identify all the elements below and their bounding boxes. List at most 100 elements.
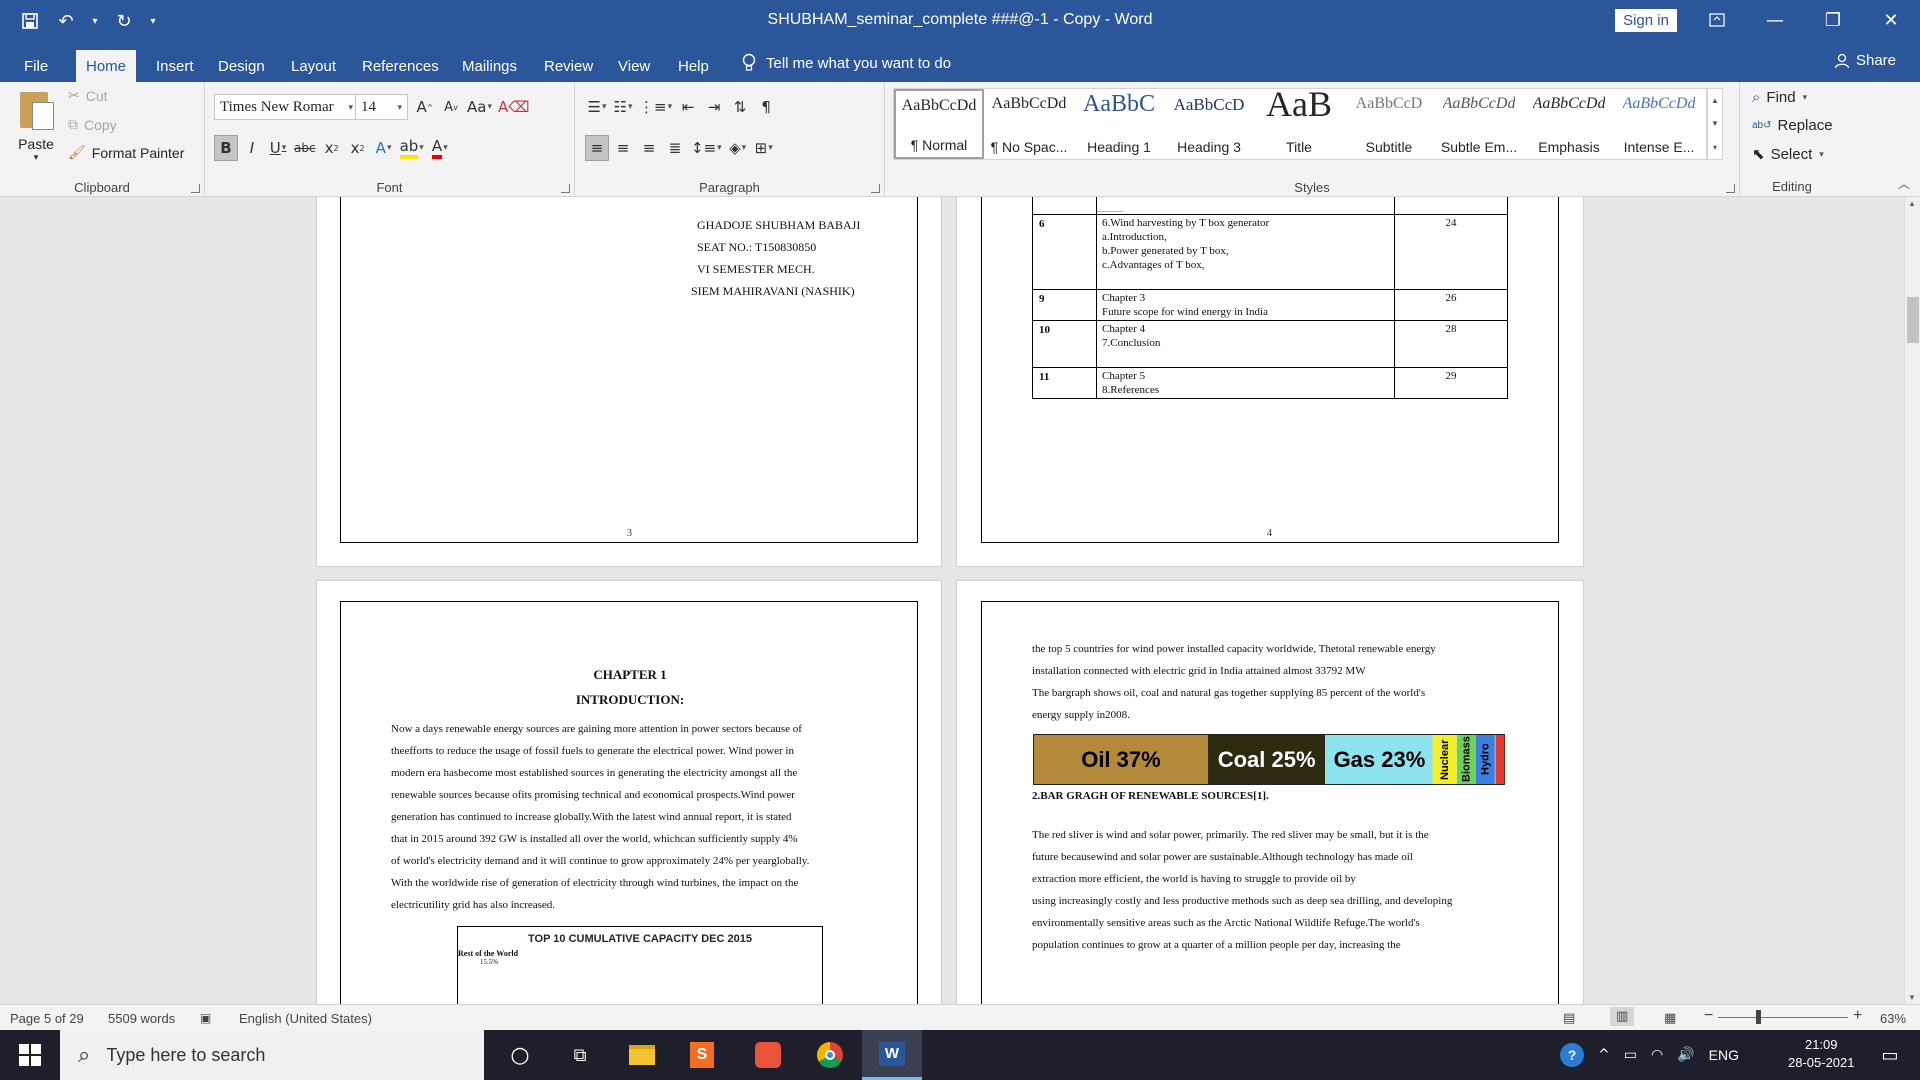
minimize-icon[interactable]: — — [1746, 0, 1804, 40]
align-right-icon[interactable]: ≡ — [637, 135, 661, 161]
windows-start-icon[interactable] — [0, 1030, 60, 1080]
close-icon[interactable]: ✕ — [1862, 0, 1920, 40]
page-count[interactable]: Page 5 of 29 — [10, 1011, 84, 1026]
app-icon[interactable] — [738, 1030, 798, 1080]
font-size-combo[interactable]: 14 ▾ — [355, 94, 408, 120]
style-subtitle[interactable]: AaBbCcD Subtitle — [1344, 89, 1434, 159]
document-canvas[interactable]: GHADOJE SHUBHAM BABAJI SEAT NO.: T150830… — [0, 197, 1904, 1004]
wifi-icon[interactable]: ◠ — [1651, 1047, 1663, 1063]
customize-toolbar-icon[interactable]: ▾ — [146, 8, 160, 34]
scrollbar-thumb[interactable] — [1907, 297, 1919, 343]
cut-button[interactable]: ✂ Cut — [68, 88, 108, 104]
justify-icon[interactable]: ≣ — [663, 135, 687, 161]
help-icon[interactable]: ? — [1560, 1043, 1584, 1067]
superscript-icon[interactable]: x2 — [346, 135, 370, 161]
input-language[interactable]: ENG — [1709, 1047, 1739, 1063]
sort-icon[interactable]: ⇅ — [728, 94, 752, 120]
read-mode-icon[interactable]: ▤ — [1563, 1011, 1575, 1026]
font-color-icon[interactable]: A ▾ — [428, 135, 452, 161]
clipboard-launcher-icon[interactable] — [191, 184, 200, 193]
change-case-icon[interactable]: Aa ▾ — [465, 94, 494, 120]
scroll-up-icon[interactable]: ▲ — [1908, 199, 1916, 208]
align-center-icon[interactable]: ≡ — [611, 135, 635, 161]
style-heading-3[interactable]: AaBbCcD Heading 3 — [1164, 89, 1254, 159]
redo-icon[interactable]: ↻ — [110, 8, 138, 34]
grow-font-icon[interactable]: A ^ — [413, 94, 437, 120]
style-heading-1[interactable]: AaBbC Heading 1 — [1074, 89, 1164, 159]
language[interactable]: English (United States) — [239, 1011, 372, 1026]
tab-insert[interactable]: Insert — [146, 50, 204, 82]
web-layout-icon[interactable]: ▦ — [1664, 1011, 1676, 1026]
tell-me-box[interactable]: Tell me what you want to do — [742, 50, 951, 76]
restore-icon[interactable]: ❐ — [1804, 0, 1862, 40]
show-formatting-marks-icon[interactable]: ¶ — [754, 94, 778, 120]
chrome-icon[interactable] — [800, 1030, 860, 1080]
multilevel-list-icon[interactable]: ⋮≡ ▾ — [637, 94, 674, 120]
word-count[interactable]: 5509 words — [108, 1011, 175, 1026]
zoom-in-icon[interactable]: + — [1853, 1007, 1862, 1025]
bold-icon[interactable]: B — [214, 135, 238, 161]
tab-mailings[interactable]: Mailings — [452, 50, 527, 82]
tab-design[interactable]: Design — [208, 50, 275, 82]
replace-button[interactable]: ab↺ Replace — [1752, 117, 1833, 134]
tab-review[interactable]: Review — [534, 50, 603, 82]
taskbar-search-box[interactable]: ⌕ Type here to search — [60, 1030, 484, 1080]
undo-dropdown-icon[interactable]: ▾ — [88, 8, 102, 34]
decrease-indent-icon[interactable]: ⇤ — [676, 94, 700, 120]
tab-file[interactable]: File — [14, 50, 58, 82]
sign-in-button[interactable]: Sign in — [1615, 9, 1677, 32]
proofing-icon[interactable]: ▣ — [200, 1011, 211, 1025]
style-no-spacing[interactable]: AaBbCcDd ¶ No Spac... — [984, 89, 1074, 159]
task-view-icon[interactable]: ⧉ — [550, 1030, 610, 1080]
zoom-out-icon[interactable]: − — [1704, 1007, 1713, 1025]
font-launcher-icon[interactable] — [561, 184, 570, 193]
copy-button[interactable]: ⧉ Copy — [68, 117, 117, 133]
shrink-font-icon[interactable]: Av — [439, 94, 463, 120]
notifications-icon[interactable]: ▭ — [1860, 1030, 1920, 1080]
chevron-down-icon[interactable]: ▼ — [1711, 119, 1719, 128]
print-layout-icon[interactable]: ▥ — [1610, 1007, 1635, 1026]
file-explorer-icon[interactable] — [612, 1030, 672, 1080]
zoom-slider[interactable] — [1718, 1017, 1848, 1018]
tab-references[interactable]: References — [352, 50, 449, 82]
tab-layout[interactable]: Layout — [281, 50, 346, 82]
word-taskbar-icon[interactable]: W — [862, 1030, 922, 1080]
clear-formatting-icon[interactable]: A⌫ — [496, 94, 531, 120]
bullets-icon[interactable]: ☰ ▾ — [585, 94, 609, 120]
select-button[interactable]: ⬉ Select ▾ — [1752, 145, 1824, 163]
volume-icon[interactable]: 🔊 — [1677, 1047, 1694, 1063]
style-emphasis[interactable]: AaBbCcDd Emphasis — [1524, 89, 1614, 159]
paste-button[interactable]: Paste ▾ — [14, 88, 58, 168]
styles-gallery-scroll[interactable]: ▲ ▼ ▾ — [1707, 88, 1723, 160]
vertical-scrollbar[interactable]: ▲ ▼ — [1904, 197, 1920, 1004]
increase-indent-icon[interactable]: ⇥ — [702, 94, 726, 120]
share-button[interactable]: Share — [1834, 52, 1896, 69]
style-title[interactable]: AaB Title — [1254, 89, 1344, 159]
underline-icon[interactable]: U ▾ — [266, 135, 290, 161]
clock[interactable]: 21:09 28-05-2021 — [1788, 1036, 1855, 1072]
numbering-icon[interactable]: ☷ ▾ — [611, 94, 635, 120]
style-intense-emphasis[interactable]: AaBbCcDd Intense E... — [1614, 89, 1704, 159]
chevron-up-icon[interactable]: ^ — [1598, 1047, 1610, 1063]
zoom-slider-thumb[interactable] — [1756, 1010, 1761, 1024]
find-button[interactable]: ⌕ Find ▾ — [1752, 88, 1807, 106]
align-left-icon[interactable]: ≡ — [585, 135, 609, 161]
tab-help[interactable]: Help — [668, 50, 719, 82]
line-spacing-icon[interactable]: ↕≡ ▾ — [689, 135, 724, 161]
styles-launcher-icon[interactable] — [1726, 184, 1735, 193]
tab-view[interactable]: View — [608, 50, 660, 82]
style-subtle-emphasis[interactable]: AaBbCcDd Subtle Em... — [1434, 89, 1524, 159]
zoom-level[interactable]: 63% — [1880, 1011, 1906, 1026]
strikethrough-icon[interactable]: abc — [292, 135, 318, 161]
tab-home[interactable]: Home — [76, 50, 137, 82]
style-normal[interactable]: AaBbCcDd ¶ Normal — [894, 89, 984, 159]
font-name-combo[interactable]: Times New Romar ▾ — [214, 94, 359, 120]
more-styles-icon[interactable]: ▾ — [1713, 143, 1717, 152]
sublime-text-icon[interactable]: S — [672, 1030, 732, 1080]
scroll-down-icon[interactable]: ▼ — [1908, 993, 1916, 1002]
italic-icon[interactable]: I — [240, 135, 264, 161]
highlight-color-icon[interactable]: ab ▾ — [398, 135, 426, 161]
format-painter-button[interactable]: 🖌 Format Painter — [68, 145, 184, 161]
cortana-icon[interactable]: ○ — [490, 1030, 550, 1080]
chevron-up-icon[interactable]: ▲ — [1711, 96, 1719, 105]
